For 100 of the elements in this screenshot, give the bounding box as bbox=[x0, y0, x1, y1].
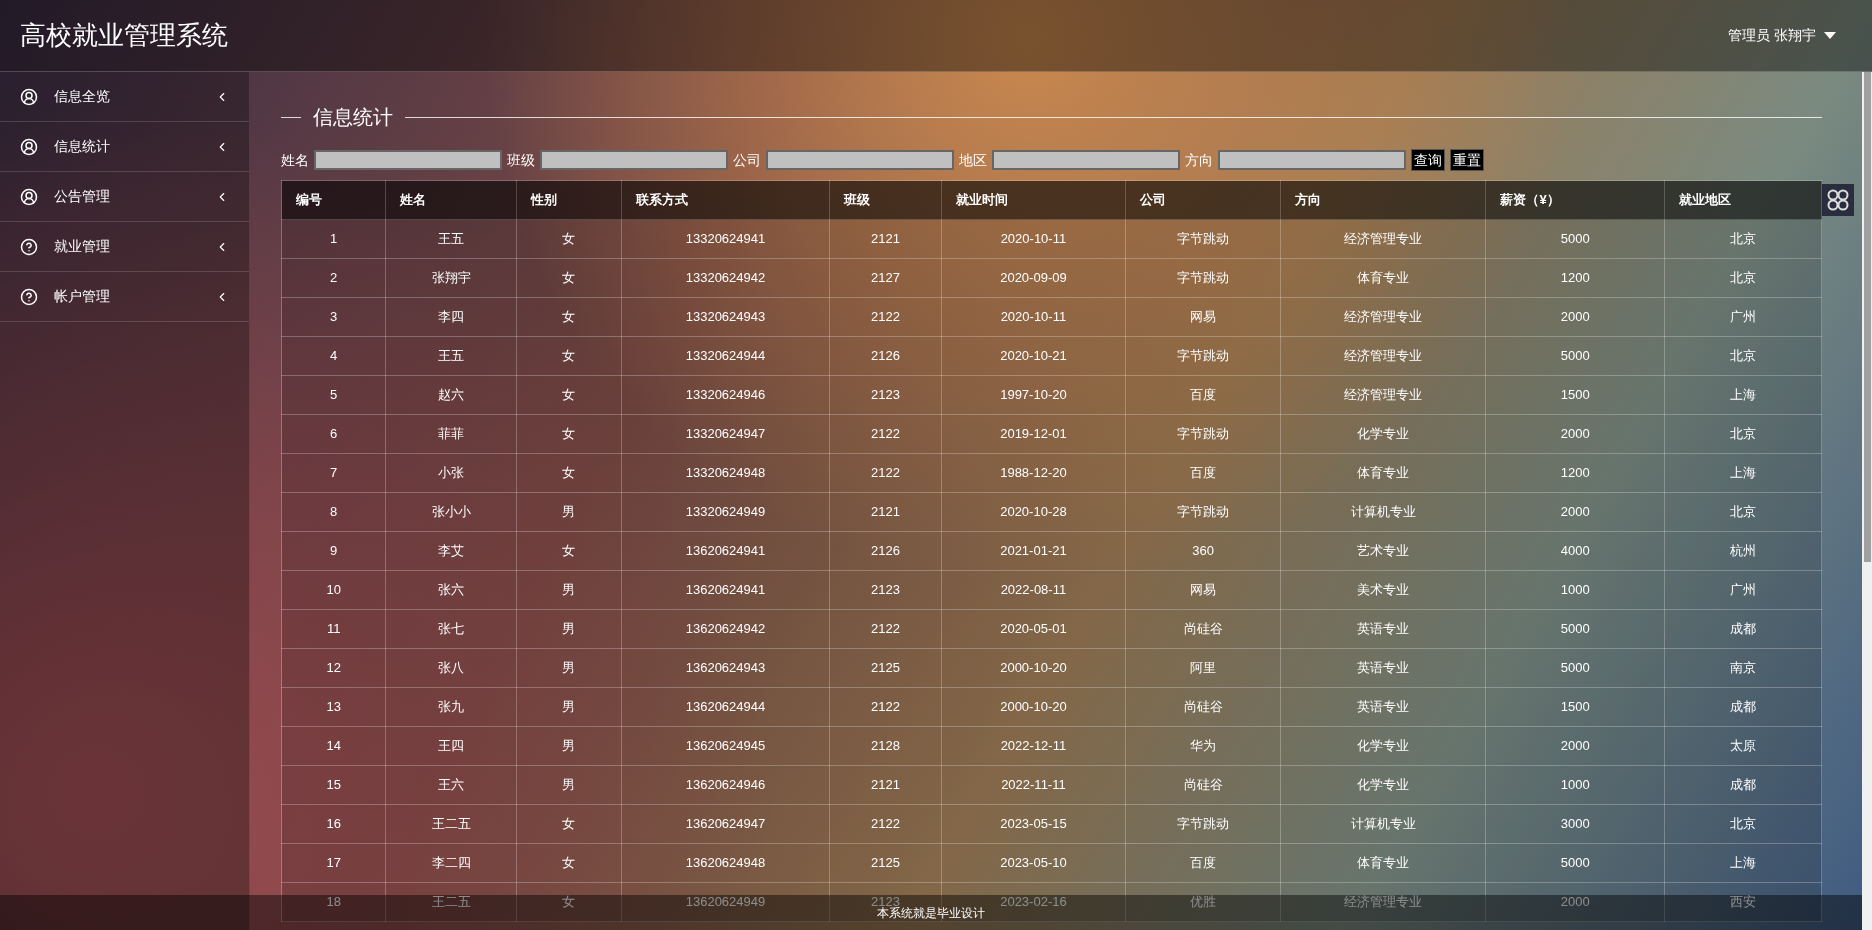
table-cell: 南京 bbox=[1664, 648, 1822, 688]
table-cell: 百度 bbox=[1125, 375, 1281, 415]
table-cell: 2000-10-20 bbox=[941, 648, 1126, 688]
table-cell: 13620624944 bbox=[621, 687, 830, 727]
table-cell: 北京 bbox=[1664, 258, 1822, 298]
table-cell: 2121 bbox=[829, 492, 942, 532]
help-icon bbox=[20, 287, 38, 306]
table-cell: 2000 bbox=[1485, 492, 1665, 532]
table-cell: 优胜 bbox=[1125, 882, 1281, 922]
table-cell: 菲菲 bbox=[385, 414, 517, 454]
table-cell: 2023-05-10 bbox=[941, 843, 1126, 883]
table-cell: 男 bbox=[516, 648, 622, 688]
table-cell: 2022-11-11 bbox=[941, 765, 1126, 805]
table-cell: 2122 bbox=[829, 804, 942, 844]
table-cell: 13320624946 bbox=[621, 375, 830, 415]
column-header: 公司 bbox=[1125, 180, 1281, 220]
table-cell: 2122 bbox=[829, 297, 942, 337]
table-cell: 张九 bbox=[385, 687, 517, 727]
filter-input[interactable] bbox=[992, 150, 1180, 170]
sidebar-item[interactable]: 就业管理 bbox=[0, 222, 249, 272]
table-cell: 8 bbox=[281, 492, 386, 532]
table-cell: 2126 bbox=[829, 336, 942, 376]
table-cell: 1000 bbox=[1485, 570, 1665, 610]
table-cell: 经济管理专业 bbox=[1280, 219, 1486, 259]
table-cell: 女 bbox=[516, 843, 622, 883]
table-cell: 2122 bbox=[829, 609, 942, 649]
table-cell: 2121 bbox=[829, 219, 942, 259]
table-cell: 2127 bbox=[829, 258, 942, 298]
table-cell: 2023-05-15 bbox=[941, 804, 1126, 844]
table-cell: 小张 bbox=[385, 453, 517, 493]
table-cell: 16 bbox=[281, 804, 386, 844]
user-menu[interactable]: 管理员 张翔宇 bbox=[1728, 25, 1836, 46]
table-cell: 5000 bbox=[1485, 609, 1665, 649]
table-cell: 5000 bbox=[1485, 336, 1665, 376]
table-cell: 14 bbox=[281, 726, 386, 766]
sidebar-item[interactable]: 信息统计 bbox=[0, 122, 249, 172]
table-cell: 女 bbox=[516, 297, 622, 337]
table-cell: 1000 bbox=[1485, 765, 1665, 805]
table-cell: 王二五 bbox=[385, 882, 517, 922]
table-cell: 2021-01-21 bbox=[941, 531, 1126, 571]
column-header: 就业地区 bbox=[1664, 180, 1822, 220]
table-cell: 2000 bbox=[1485, 414, 1665, 454]
table-cell: 美术专业 bbox=[1280, 570, 1486, 610]
table-cell: 尚硅谷 bbox=[1125, 609, 1281, 649]
table-cell: 字节跳动 bbox=[1125, 804, 1281, 844]
table-cell: 2122 bbox=[829, 414, 942, 454]
table-cell: 北京 bbox=[1664, 804, 1822, 844]
user-circle-icon bbox=[20, 187, 38, 206]
column-header: 班级 bbox=[829, 180, 942, 220]
table-cell: 赵六 bbox=[385, 375, 517, 415]
table-cell: 杭州 bbox=[1664, 531, 1822, 571]
filter-button[interactable]: 查询 bbox=[1411, 149, 1445, 171]
column-header: 编号 bbox=[281, 180, 386, 220]
sidebar-item[interactable]: 信息全览 bbox=[0, 72, 249, 122]
filter-input[interactable] bbox=[540, 150, 728, 170]
column-header: 薪资（¥） bbox=[1485, 180, 1665, 220]
table-cell: 网易 bbox=[1125, 570, 1281, 610]
table-cell: 1988-12-20 bbox=[941, 453, 1126, 493]
table-cell: 化学专业 bbox=[1280, 726, 1486, 766]
scrollbar[interactable] bbox=[1862, 72, 1872, 930]
table-cell: 男 bbox=[516, 570, 622, 610]
filter-input[interactable] bbox=[1218, 150, 1406, 170]
sidebar-item[interactable]: 公告管理 bbox=[0, 172, 249, 222]
table-cell: 13320624942 bbox=[621, 258, 830, 298]
table-cell: 体育专业 bbox=[1280, 258, 1486, 298]
table-cell: 上海 bbox=[1664, 375, 1822, 415]
table-cell: 张七 bbox=[385, 609, 517, 649]
table-cell: 华为 bbox=[1125, 726, 1281, 766]
filter-input[interactable] bbox=[766, 150, 954, 170]
table-cell: 7 bbox=[281, 453, 386, 493]
table-cell: 5000 bbox=[1485, 843, 1665, 883]
table-cell: 体育专业 bbox=[1280, 843, 1486, 883]
table-cell: 2000 bbox=[1485, 726, 1665, 766]
table-cell: 字节跳动 bbox=[1125, 336, 1281, 376]
table-cell: 13620624947 bbox=[621, 804, 830, 844]
table-cell: 2123 bbox=[829, 570, 942, 610]
filter-input[interactable] bbox=[314, 150, 502, 170]
table-cell: 13320624949 bbox=[621, 492, 830, 532]
table-cell: 1500 bbox=[1485, 687, 1665, 727]
table-cell: 13620624941 bbox=[621, 531, 830, 571]
floating-tool-button[interactable] bbox=[1822, 184, 1854, 216]
table-cell: 2020-05-01 bbox=[941, 609, 1126, 649]
table-cell: 女 bbox=[516, 531, 622, 571]
table-cell: 2020-10-11 bbox=[941, 219, 1126, 259]
table-cell: 男 bbox=[516, 687, 622, 727]
caret-icon bbox=[1824, 31, 1836, 40]
table-cell: 北京 bbox=[1664, 414, 1822, 454]
table-cell: 北京 bbox=[1664, 492, 1822, 532]
filter-button[interactable]: 重置 bbox=[1450, 149, 1484, 171]
user-circle-icon bbox=[20, 87, 38, 106]
table-cell: 4000 bbox=[1485, 531, 1665, 571]
table-cell: 体育专业 bbox=[1280, 453, 1486, 493]
table-cell: 18 bbox=[281, 882, 386, 922]
table-cell: 1200 bbox=[1485, 258, 1665, 298]
table-cell: 2022-12-11 bbox=[941, 726, 1126, 766]
table-cell: 李二四 bbox=[385, 843, 517, 883]
table-cell: 尚硅谷 bbox=[1125, 687, 1281, 727]
table-cell: 字节跳动 bbox=[1125, 492, 1281, 532]
column-header: 联系方式 bbox=[621, 180, 830, 220]
sidebar-item[interactable]: 帐户管理 bbox=[0, 272, 249, 322]
